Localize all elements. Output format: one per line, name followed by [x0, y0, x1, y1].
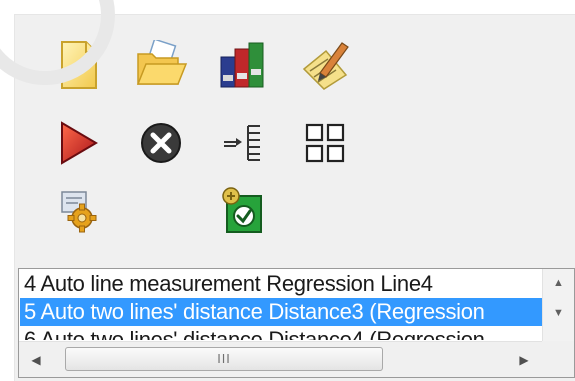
settings-button[interactable] [51, 183, 107, 239]
steps-listbox[interactable]: 4 Auto line measurement Regression Line4… [18, 268, 575, 378]
stop-icon [141, 123, 181, 163]
insert-step-button[interactable] [215, 115, 271, 171]
verify-button[interactable] [215, 183, 271, 239]
run-button[interactable] [51, 115, 107, 171]
horizontal-scrollbar[interactable]: ◀ III ▶ [19, 341, 543, 377]
open-folder-icon [136, 40, 188, 85]
list-item[interactable]: 6 Auto two lines' distance Distance4 (Re… [20, 326, 542, 340]
vertical-scrollbar[interactable]: ▲ ▼ [542, 269, 574, 343]
scroll-left-button[interactable]: ◀ [19, 342, 53, 377]
settings-gear-icon [61, 191, 97, 233]
scroll-down-button[interactable]: ▼ [543, 299, 574, 327]
library-books-icon [220, 42, 264, 88]
chevron-left-icon: ◀ [31, 352, 41, 367]
open-folder-button[interactable] [133, 37, 189, 93]
scroll-grip: III [217, 352, 231, 366]
chevron-right-icon: ▶ [519, 352, 529, 367]
grid-layout-icon [305, 123, 345, 163]
edit-button[interactable] [297, 37, 353, 93]
insert-step-icon [224, 125, 260, 161]
chevron-down-icon: ▼ [553, 307, 564, 319]
scroll-up-button[interactable]: ▲ [543, 269, 574, 297]
run-icon [61, 121, 98, 165]
chevron-up-icon: ▲ [553, 277, 564, 289]
scrollbar-corner [542, 341, 574, 377]
steps-list-viewport: 4 Auto line measurement Regression Line4… [20, 270, 542, 340]
grid-layout-button[interactable] [297, 115, 353, 171]
stop-button[interactable] [133, 115, 189, 171]
verify-check-icon [222, 187, 262, 233]
horizontal-scroll-thumb[interactable]: III [65, 347, 383, 371]
list-item-selected[interactable]: 5 Auto two lines' distance Distance3 (Re… [20, 298, 542, 326]
app-window: 4 Auto line measurement Regression Line4… [0, 0, 575, 381]
scroll-right-button[interactable]: ▶ [507, 342, 541, 377]
list-item[interactable]: 4 Auto line measurement Regression Line4 [20, 270, 542, 298]
library-button[interactable] [215, 37, 271, 93]
edit-note-icon [302, 42, 349, 90]
